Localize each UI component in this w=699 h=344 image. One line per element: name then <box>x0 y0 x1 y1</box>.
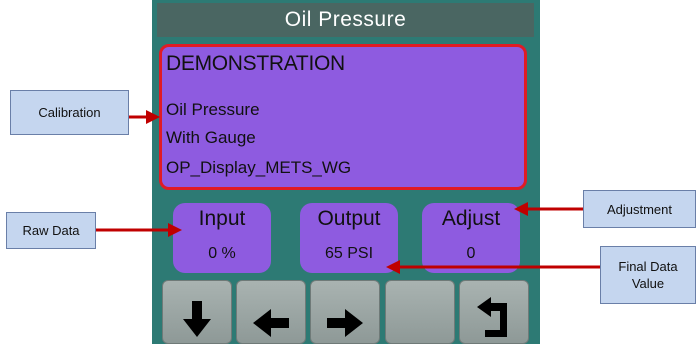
callout-arrows <box>96 110 600 274</box>
